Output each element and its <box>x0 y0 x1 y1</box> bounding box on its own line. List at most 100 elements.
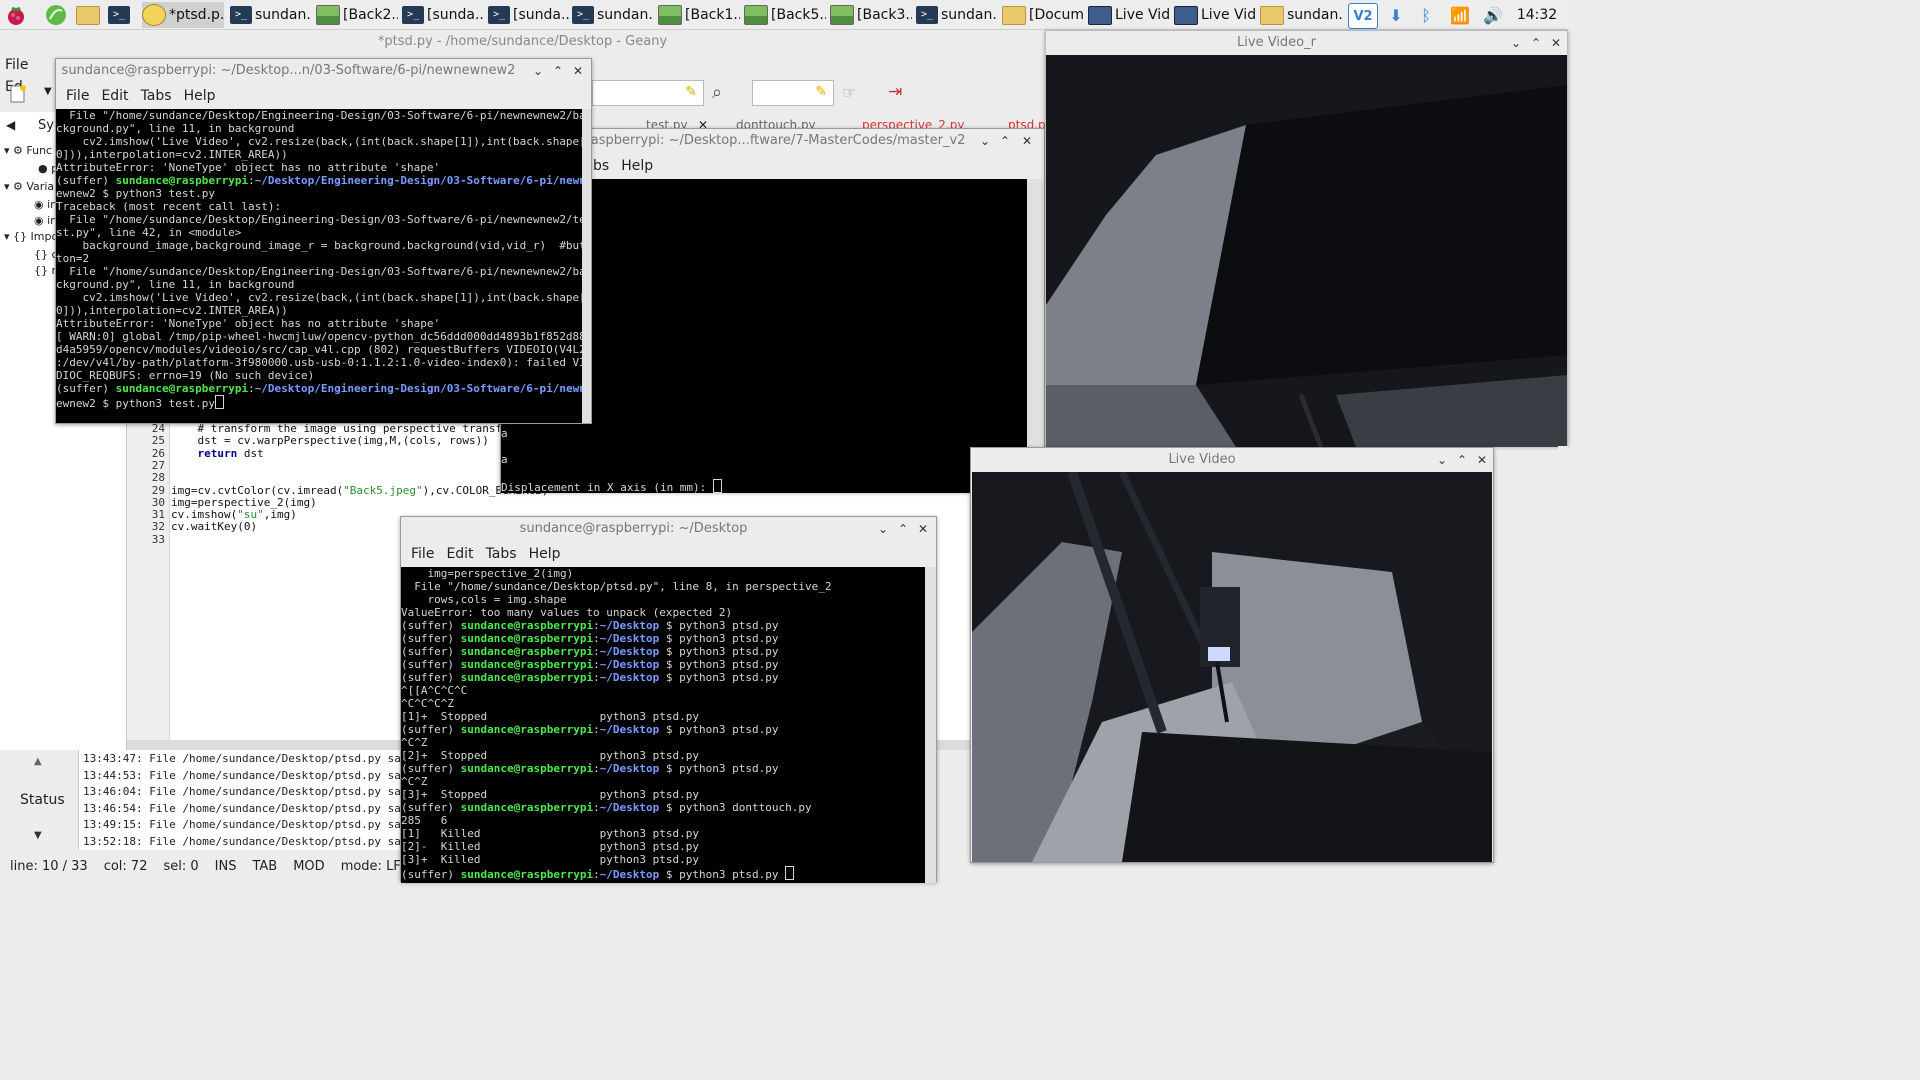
volume-icon[interactable]: 🔊 <box>1480 3 1506 27</box>
taskbar-window-button[interactable]: >_sundan... <box>572 2 654 28</box>
geany-icon <box>142 4 166 26</box>
text-cursor <box>214 395 224 409</box>
minimize-icon[interactable]: ⌄ <box>1433 448 1451 472</box>
menu-edit[interactable]: Edit <box>440 541 479 567</box>
clock[interactable]: 14:32 <box>1510 3 1564 27</box>
wifi-icon[interactable]: 📶 <box>1446 3 1474 27</box>
menu-tabs[interactable]: Tabs <box>480 541 523 567</box>
terminal-newnewnew2-scrollbar[interactable] <box>582 109 591 423</box>
code-line[interactable]: return dst <box>171 447 264 460</box>
taskbar-window-button[interactable]: [Back5.... <box>744 2 826 28</box>
terminal-line: [2]+ Stopped python3 ptsd.py <box>401 749 700 762</box>
clear-broom-icon-2[interactable]: ✎ <box>815 84 827 100</box>
maximize-icon[interactable]: ⌃ <box>1453 448 1471 472</box>
tree-item-imports[interactable]: ▾ {} Impo <box>4 230 58 243</box>
dropdown-arrow-icon[interactable]: ▼ <box>44 86 52 97</box>
goto-line-field[interactable]: ✎ <box>752 80 834 106</box>
taskbar-window-label: sundan... <box>255 7 312 23</box>
close-icon[interactable]: ✕ <box>914 517 932 541</box>
terminal-line: [1]+ Stopped python3 ptsd.py <box>401 710 700 723</box>
menu-help[interactable]: Help <box>523 541 567 567</box>
minimize-icon[interactable]: ⌄ <box>874 517 892 541</box>
geany-menu-file[interactable]: File <box>0 54 33 76</box>
terminal-line: File "/home/sundance/Desktop/Engineering… <box>56 265 582 278</box>
taskbar-window-button[interactable]: Live Vid... <box>1088 2 1170 28</box>
taskbar-window-label: *ptsd.p... <box>169 7 224 23</box>
terminal-line: DIOC_REQBUFS: errno=19 (No such device) <box>56 369 315 382</box>
taskbar-window-button[interactable]: Live Vid... <box>1174 2 1256 28</box>
maximize-icon[interactable]: ⌃ <box>549 59 567 83</box>
search-icon[interactable]: ⌕ <box>712 82 722 103</box>
code-line[interactable]: cv.waitKey(0) <box>171 520 257 533</box>
maximize-icon[interactable]: ⌃ <box>996 129 1014 153</box>
close-icon[interactable]: ✕ <box>1547 31 1565 55</box>
close-icon[interactable]: ✕ <box>569 59 587 83</box>
bluetooth-icon[interactable]: ᛒ <box>1414 3 1438 27</box>
vnc-icon[interactable]: V2 <box>1348 3 1378 29</box>
taskbar-window-button[interactable]: *ptsd.p... <box>142 2 224 28</box>
sidebar-tab-symbols[interactable]: Sy <box>38 118 54 133</box>
taskbar-window-button[interactable]: sundan... <box>1260 2 1342 28</box>
taskbar-window-label: [sunda... <box>513 7 570 23</box>
menu-help[interactable]: Help <box>615 153 659 179</box>
tree-item-variables[interactable]: ▾ ⚙ Varia <box>4 180 54 193</box>
menu-help[interactable]: Help <box>178 83 222 109</box>
taskbar-window-button[interactable]: [Back2.... <box>316 2 398 28</box>
code-line[interactable]: dst = cv.warpPerspective(img,M,(cols, ro… <box>171 434 488 447</box>
terminal-line: [1] Killed python3 ptsd.py <box>401 827 700 840</box>
taskbar-window-button[interactable]: >_ [sunda... <box>402 2 484 28</box>
terminal-line: img=perspective_2(img) <box>401 567 574 580</box>
terminal-launcher-button[interactable]: >_ <box>108 2 138 28</box>
taskbar-window-label: [Back5.... <box>771 7 826 23</box>
taskbar-window-label: [Docum... <box>1029 7 1084 23</box>
download-icon[interactable]: ⬇ <box>1382 3 1410 27</box>
terminal-line: Displacement in X axis (in mm): <box>501 479 1027 493</box>
geany-vertical-scrollbar[interactable] <box>1558 446 1568 742</box>
terminal-desktop-scrollbar[interactable] <box>925 567 936 883</box>
close-icon[interactable]: ✕ <box>1018 129 1036 153</box>
menu-file[interactable]: File <box>60 83 95 109</box>
maximize-icon[interactable]: ⌃ <box>1527 31 1545 55</box>
terminal-master-scrollbar[interactable] <box>1027 179 1044 493</box>
file-manager-launcher-button[interactable] <box>76 2 104 28</box>
tree-item-in-2[interactable]: ◉ in <box>34 214 57 227</box>
code-line[interactable]: cv.imshow("su",img) <box>171 508 297 521</box>
taskbar-window-button[interactable]: [Docum... <box>1002 2 1084 28</box>
terminal-line: AttributeError: 'NoneType' object has no… <box>56 161 441 174</box>
menu-edit[interactable]: Edit <box>95 83 134 109</box>
scroll-down-icon[interactable]: ▼ <box>34 830 42 841</box>
code-line[interactable]: img=perspective_2(img) <box>171 496 317 509</box>
terminal-newnewnew2-output[interactable]: File "/home/sundance/Desktop/Engineering… <box>56 109 582 423</box>
minimize-icon[interactable]: ⌄ <box>529 59 547 83</box>
clear-broom-icon[interactable]: ✎ <box>685 84 697 100</box>
jump-to-line-icon[interactable]: ☞ <box>842 83 856 102</box>
tree-item-functions[interactable]: ▾ ⚙ Func <box>4 144 52 157</box>
search-field[interactable]: ✎ <box>592 80 704 106</box>
taskbar-window-button[interactable]: [Back3.... <box>830 2 912 28</box>
message-tab-status[interactable]: Status <box>20 792 65 808</box>
status-ins: INS <box>214 858 237 874</box>
raspberry-menu-button[interactable] <box>4 2 32 28</box>
minimize-icon[interactable]: ⌄ <box>1507 31 1525 55</box>
tree-item-in-1[interactable]: ◉ in <box>34 198 57 211</box>
taskbar-window-button[interactable]: >_sundan... <box>230 2 312 28</box>
taskbar-window-button[interactable]: >_sundan... <box>916 2 998 28</box>
sidebar-left-arrow-icon[interactable]: ◀ <box>6 118 15 132</box>
terminal-line: a <box>501 453 508 466</box>
quit-icon[interactable]: ⇥ <box>888 82 902 102</box>
taskbar-window-label: [Back2.... <box>343 7 398 23</box>
menu-tabs[interactable]: Tabs <box>135 83 178 109</box>
code-line[interactable]: img=cv.cvtColor(cv.imread("Back5.jpeg"),… <box>171 484 549 497</box>
scroll-up-icon[interactable]: ▲ <box>34 756 42 767</box>
new-file-icon[interactable] <box>8 84 28 104</box>
minimize-icon[interactable]: ⌄ <box>976 129 994 153</box>
browser-launcher-button[interactable] <box>44 2 72 28</box>
maximize-icon[interactable]: ⌃ <box>894 517 912 541</box>
terminal-desktop-output[interactable]: img=perspective_2(img) File "/home/sunda… <box>401 567 925 883</box>
menu-file[interactable]: File <box>405 541 440 567</box>
close-icon[interactable]: ✕ <box>1473 448 1491 472</box>
terminal-line: 285 6 <box>401 814 448 827</box>
taskbar-window-button[interactable]: [Back1.... <box>658 2 740 28</box>
taskbar-window-button[interactable]: >_ [sunda... <box>488 2 570 28</box>
terminal-newnewnew2-menubar: File Edit Tabs Help <box>56 83 591 109</box>
